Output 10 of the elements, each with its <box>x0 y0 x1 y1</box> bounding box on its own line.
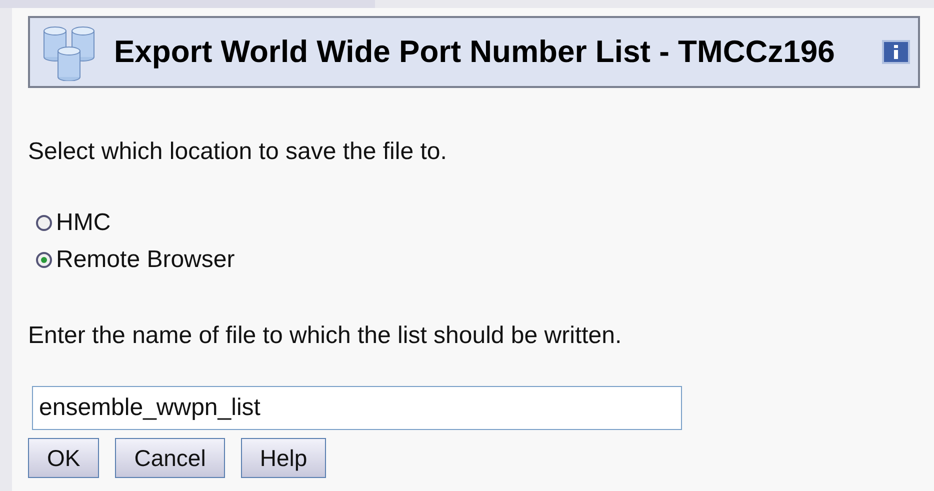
dialog-button[interactable]: OK <box>28 438 100 478</box>
dialog-button[interactable]: Cancel <box>115 438 225 478</box>
radio-option[interactable]: HMC <box>36 204 934 241</box>
location-prompt: Select which location to save the file to. <box>28 137 448 167</box>
info-icon[interactable] <box>882 40 910 64</box>
dialog-button[interactable]: Help <box>240 438 326 478</box>
dialog-title: Export World Wide Port Number List - TMCCz196 <box>114 32 835 71</box>
radio-option[interactable]: Remote Browser <box>36 241 934 278</box>
file-name-field[interactable]: ensemble_wwpn_list <box>32 386 682 430</box>
file-name-prompt: Enter the name of file to which the list should be written. <box>28 321 623 351</box>
